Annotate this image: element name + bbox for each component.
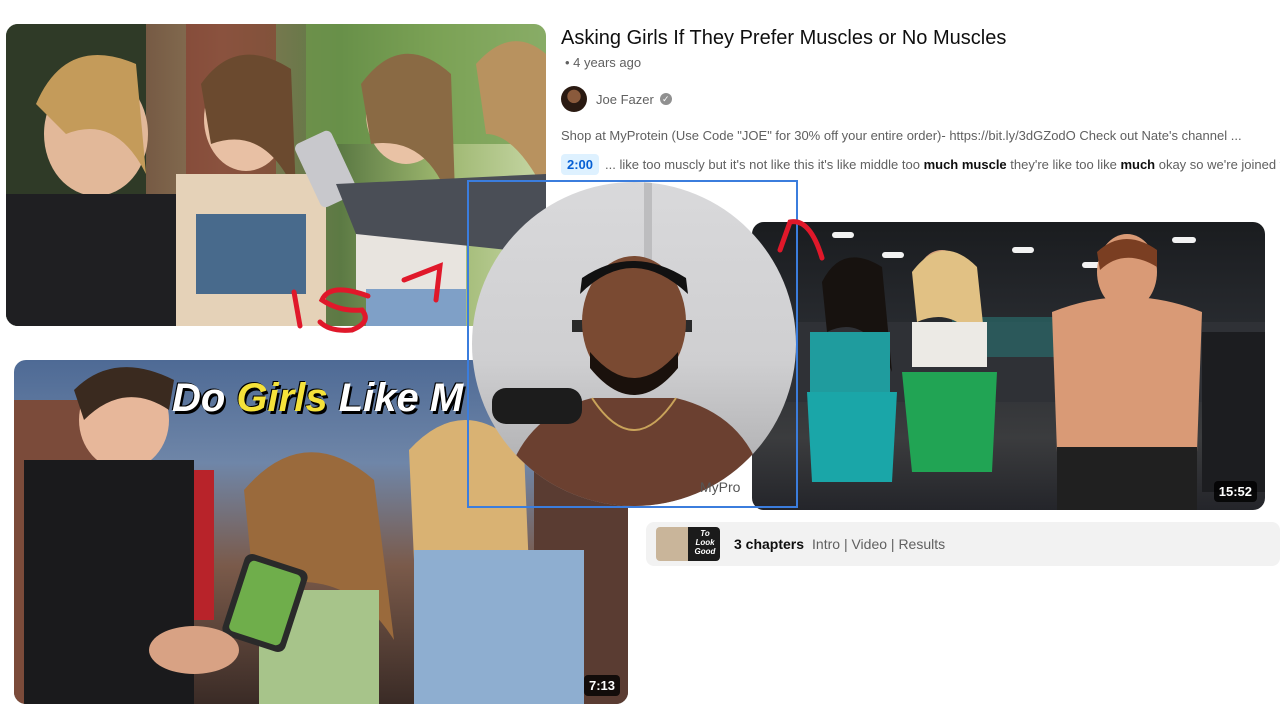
webcam-label: MyPro bbox=[700, 479, 741, 495]
chapters-bar[interactable]: To Look Good 3 chapters Intro | Video | … bbox=[646, 522, 1280, 566]
timestamp-chip[interactable]: 2:00 bbox=[561, 153, 600, 175]
thumbnail-street-interview[interactable] bbox=[6, 24, 546, 326]
verified-icon: ✓ bbox=[659, 93, 672, 105]
chapters-count: 3 chapters bbox=[734, 536, 805, 552]
webcam-frame bbox=[467, 180, 798, 508]
gym-illustration bbox=[752, 232, 1265, 510]
chapter-thumbnail[interactable]: To Look Good bbox=[656, 527, 720, 561]
thumbnail-title-overlay: Do Girls Like M bbox=[172, 376, 464, 420]
transcript-snippet[interactable]: 2:00 ... like too muscly but it's not li… bbox=[561, 153, 1280, 175]
channel-name[interactable]: Joe Fazer bbox=[596, 92, 654, 107]
chapters-list: Intro | Video | Results bbox=[812, 536, 946, 552]
thumbnail-gym[interactable]: 15:52 bbox=[752, 222, 1265, 510]
snippet-text: ... like too muscly but it's not like th… bbox=[605, 156, 1280, 172]
video-description: Shop at MyProtein (Use Code "JOE" for 30… bbox=[561, 128, 1242, 143]
video-title[interactable]: Asking Girls If They Prefer Muscles or N… bbox=[561, 27, 1006, 50]
street-interview-illustration bbox=[6, 24, 546, 326]
channel-row[interactable]: Joe Fazer ✓ bbox=[561, 86, 672, 112]
duration-badge: 15:52 bbox=[1213, 481, 1257, 502]
avatar[interactable] bbox=[561, 86, 587, 112]
chapter-thumbnail-text: To Look Good bbox=[694, 529, 716, 556]
video-meta: • 4 years ago bbox=[565, 55, 642, 70]
duration-badge: 7:13 bbox=[583, 675, 620, 696]
